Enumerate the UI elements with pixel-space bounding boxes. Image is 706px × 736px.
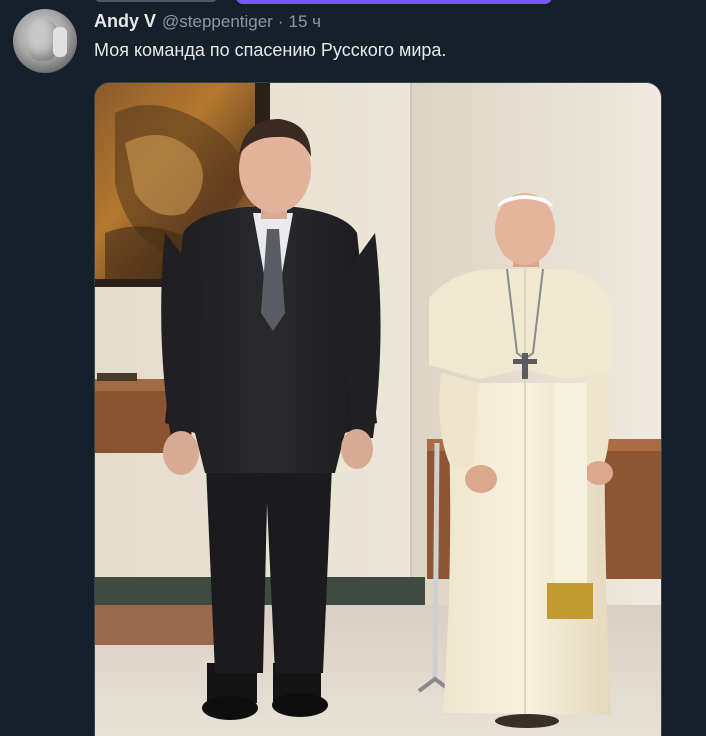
new-tweets-pill[interactable] xyxy=(236,0,552,4)
author-name[interactable]: Andy V xyxy=(94,11,156,32)
tweet-photo[interactable] xyxy=(94,82,662,736)
author-avatar[interactable] xyxy=(13,9,77,73)
photo-illustration xyxy=(95,83,661,736)
tweet-header: Andy V @steppentiger · 15 ч xyxy=(94,11,321,33)
author-handle[interactable]: @steppentiger xyxy=(162,12,273,32)
post-time[interactable]: 15 ч xyxy=(289,12,322,32)
meta-separator: · xyxy=(277,12,284,31)
tweet-text: Моя команда по спасению Русского мира. xyxy=(94,40,447,60)
previous-tweet-edge xyxy=(0,0,706,6)
avatar-hand xyxy=(53,27,67,57)
tweet-view: Andy V @steppentiger · 15 ч Моя команда … xyxy=(0,0,706,736)
retweet-context-text xyxy=(96,0,216,2)
